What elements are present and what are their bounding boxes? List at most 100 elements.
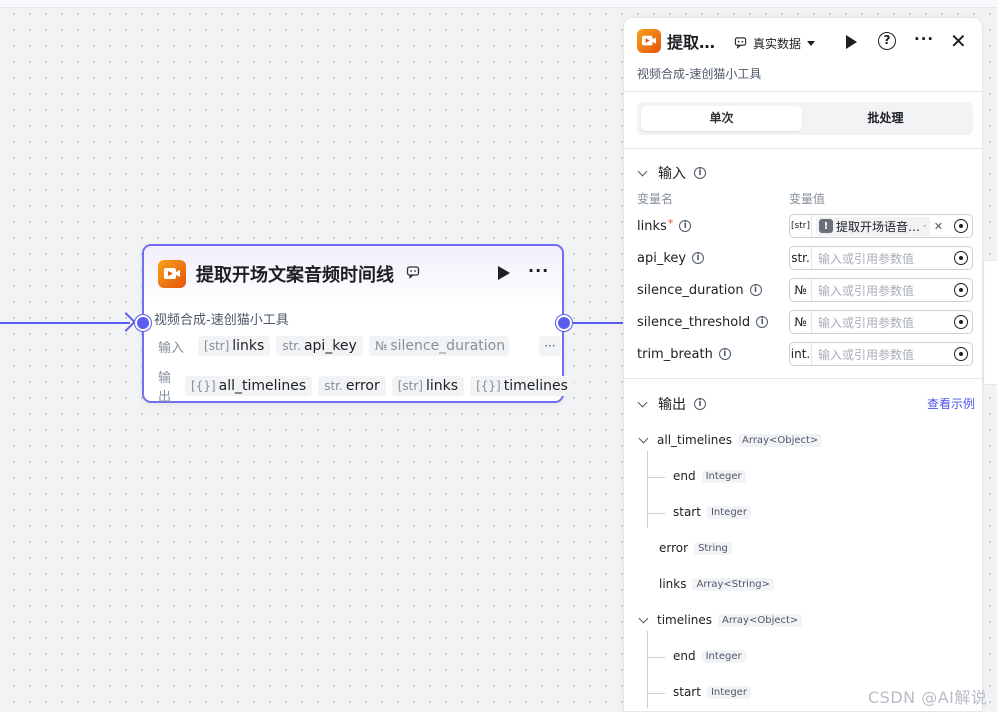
divider [624, 91, 982, 92]
outgoing-edge [572, 322, 624, 324]
reference-tag[interactable]: ! 提取开场语音… · [816, 216, 930, 236]
more-inputs-button[interactable]: ··· [538, 336, 561, 356]
run-mode-tabs: 单次 批处理 [637, 102, 973, 135]
type-tag: int. [790, 343, 812, 365]
type-badge: Array<Object> [738, 433, 823, 447]
output-section-header[interactable]: 输出 i [637, 394, 706, 414]
tab-batch[interactable]: 批处理 [805, 106, 966, 131]
tree-line [647, 477, 665, 478]
output-item[interactable]: timelines Array<Object> [638, 613, 803, 627]
links-reference-field[interactable]: [str] ! 提取开场语音… · ✕ [789, 214, 973, 238]
input-chip: № silence_duration [368, 336, 509, 356]
placeholder-text: 输入或引用参数值 [818, 251, 915, 266]
panel-subtitle: 视频合成-速创猫小工具 [637, 67, 762, 81]
divider [624, 378, 982, 379]
target-icon[interactable] [954, 347, 968, 361]
placeholder-text: 输入或引用参数值 [818, 315, 915, 330]
reference-value: ! 提取开场语音… · ✕ [812, 216, 954, 236]
reference-text: 提取开场语音… [836, 219, 921, 234]
node-more-button[interactable]: ··· [528, 261, 549, 280]
type-badge: Array<String> [692, 577, 775, 591]
edge-arrow-icon [116, 312, 136, 332]
video-plugin-icon [637, 29, 661, 53]
type-badge: String [694, 541, 732, 555]
workflow-node[interactable]: 提取开场文案音频时间线 ··· 视频合成-速创猫小工具 输入 [str] link… [142, 244, 574, 405]
api-key-input[interactable]: str. 输入或引用参数值 [789, 246, 973, 270]
input-section-title: 输入 [658, 166, 686, 182]
output-item[interactable]: all_timelines Array<Object> [638, 433, 823, 447]
output-chip: [{}] all_timelines [185, 376, 313, 396]
info-icon: i [756, 316, 769, 328]
canvas-top-bar [0, 0, 997, 8]
divider [624, 148, 982, 149]
output-item: start Integer [673, 505, 751, 519]
node-run-button[interactable] [498, 266, 510, 280]
node-input-port[interactable] [135, 315, 151, 331]
tab-single[interactable]: 单次 [641, 106, 802, 131]
type-tag: № [790, 279, 812, 301]
node-output-port[interactable] [556, 315, 572, 331]
info-icon: i [694, 167, 706, 179]
output-item: error String [659, 541, 732, 555]
placeholder-text: 输入或引用参数值 [818, 283, 915, 298]
more-options-button[interactable]: ··· [914, 30, 934, 48]
output-item: end Integer [673, 469, 746, 483]
info-icon: i [679, 220, 692, 232]
env-label: 真实数据 [753, 37, 802, 51]
panel-title: 提取… [667, 33, 716, 52]
target-icon[interactable] [954, 251, 968, 265]
column-value-header: 变量值 [789, 192, 826, 206]
type-badge: Integer [706, 505, 751, 519]
column-name-header: 变量名 [637, 192, 674, 206]
data-env-dropdown[interactable]: 真实数据 [734, 35, 816, 52]
target-icon[interactable] [954, 315, 968, 329]
clear-icon[interactable]: ✕ [934, 220, 943, 233]
output-chip: [{}] timelines [470, 376, 574, 396]
video-plugin-icon [158, 260, 186, 288]
target-icon[interactable] [954, 283, 968, 297]
placeholder-text: 输入或引用参数值 [818, 347, 915, 362]
silence-threshold-input[interactable]: № 输入或引用参数值 [789, 310, 973, 334]
incoming-edge [0, 322, 130, 324]
warning-icon: ! [819, 219, 833, 233]
close-icon[interactable]: ✕ [950, 29, 967, 53]
field-label-api-key: api_key i [637, 246, 705, 270]
view-example-link[interactable]: 查看示例 [927, 395, 975, 412]
chevron-down-icon [637, 397, 648, 408]
output-section-title: 输出 [658, 397, 686, 413]
panel-header: 提取… [637, 29, 715, 53]
chevron-down-icon [638, 613, 649, 624]
type-tag: [str] [790, 215, 812, 237]
output-item: end Integer [673, 649, 746, 663]
chevron-down-icon [807, 41, 816, 46]
type-tag: str. [790, 247, 812, 269]
info-icon: i [718, 348, 731, 360]
node-header: 提取开场文案音频时间线 [158, 260, 420, 288]
output-chip: [str] links [391, 376, 465, 396]
input-section-header[interactable]: 输入 i [637, 163, 706, 183]
node-output-row: 输出 [{}] all_timelines str. error [str] link… [158, 367, 574, 405]
field-label-silence-threshold: silence_threshold i [637, 310, 769, 334]
type-badge: Integer [701, 469, 746, 483]
help-icon[interactable]: ? [878, 32, 896, 50]
info-icon: i [749, 284, 762, 296]
output-item: start Integer [673, 685, 751, 699]
watermark: CSDN @AI解说 [868, 688, 988, 707]
run-button[interactable] [846, 35, 857, 49]
chat-bubble-icon [406, 265, 420, 283]
input-label: 输入 [158, 340, 185, 356]
input-chip: [str] links [198, 336, 271, 356]
tree-line [647, 451, 648, 528]
background-panel-edge [983, 260, 997, 385]
field-label-links: links * i [637, 214, 692, 238]
silence-duration-input[interactable]: № 输入或引用参数值 [789, 278, 973, 302]
node-settings-panel: 提取… 真实数据 ? ··· ✕ 视频合成-速创猫小工具 单次 批处理 输入 i… [623, 17, 983, 712]
trim-breath-input[interactable]: int. 输入或引用参数值 [789, 342, 973, 366]
field-label-trim-breath: trim_breath i [637, 342, 731, 366]
chevron-down-icon [637, 166, 648, 177]
tree-line [647, 693, 665, 694]
target-icon[interactable] [954, 219, 968, 233]
input-chip: str. api_key [276, 336, 363, 356]
chevron-down-icon [638, 433, 649, 444]
tree-line [647, 631, 648, 708]
